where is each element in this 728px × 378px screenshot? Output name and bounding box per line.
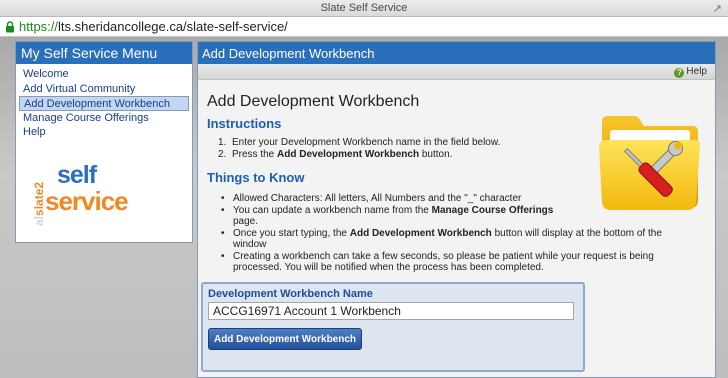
slate-self-service-logo: alslate2 self service	[32, 160, 142, 232]
self-service-menu: My Self Service Menu Welcome Add Virtual…	[15, 41, 193, 243]
instructions-heading: Instructions	[207, 116, 282, 131]
main-panel: Add Development Workbench ? Help Add Deve…	[197, 41, 716, 378]
instruction-step: 2. Press the Add Development Workbench bu…	[218, 149, 453, 160]
list-item: Once you start typing, the Add Developme…	[221, 228, 691, 250]
logo-word-service: service	[45, 186, 129, 216]
svg-text:alslate2: alslate2	[32, 182, 46, 226]
page-title: Add Development Workbench	[207, 93, 420, 110]
workbench-form: Development Workbench Name Add Developme…	[201, 282, 585, 372]
menu-item-help[interactable]: Help	[19, 125, 189, 140]
menu-list: Welcome Add Virtual Community Add Develo…	[16, 64, 192, 140]
help-toolbar: ? Help	[198, 64, 715, 80]
logo-vertical-text: alslate2	[32, 182, 46, 226]
add-development-workbench-button[interactable]: Add Development Workbench	[208, 328, 362, 350]
resize-icon[interactable]: ↗	[713, 2, 722, 15]
url-path: lts.sheridancollege.ca/slate-self-servic…	[58, 19, 288, 34]
workbench-name-label: Development Workbench Name	[208, 288, 373, 300]
help-link[interactable]: ? Help	[674, 66, 707, 78]
menu-title: My Self Service Menu	[16, 42, 192, 64]
lock-icon	[6, 21, 14, 33]
help-label: Help	[686, 66, 707, 77]
menu-item-manage-course-offerings[interactable]: Manage Course Offerings	[19, 111, 189, 126]
address-bar[interactable]: https://lts.sheridancollege.ca/slate-sel…	[0, 17, 728, 37]
menu-item-add-virtual-community[interactable]: Add Virtual Community	[19, 82, 189, 97]
list-item: Creating a workbench can take a few seco…	[221, 251, 691, 273]
menu-item-add-development-workbench[interactable]: Add Development Workbench	[19, 96, 189, 111]
folder-tools-icon	[599, 116, 701, 210]
things-to-know-heading: Things to Know	[207, 170, 305, 185]
instruction-step: 1. Enter your Development Workbench name …	[218, 137, 501, 148]
url-text[interactable]: https://lts.sheridancollege.ca/slate-sel…	[19, 19, 288, 34]
list-item: Allowed Characters: All letters, All Num…	[221, 193, 551, 204]
window-title: Slate Self Service	[320, 2, 408, 14]
url-protocol: https://	[19, 19, 59, 34]
panel-header: Add Development Workbench	[198, 42, 715, 64]
menu-item-welcome[interactable]: Welcome	[19, 67, 189, 82]
list-item: You can update a workbench name from the…	[221, 205, 571, 227]
help-icon: ?	[674, 68, 685, 78]
window-titlebar: Slate Self Service ↗	[0, 0, 728, 17]
instruction-steps: 1. Enter your Development Workbench name …	[218, 137, 500, 161]
page-content: My Self Service Menu Welcome Add Virtual…	[0, 37, 728, 378]
workbench-name-input[interactable]	[208, 302, 574, 320]
